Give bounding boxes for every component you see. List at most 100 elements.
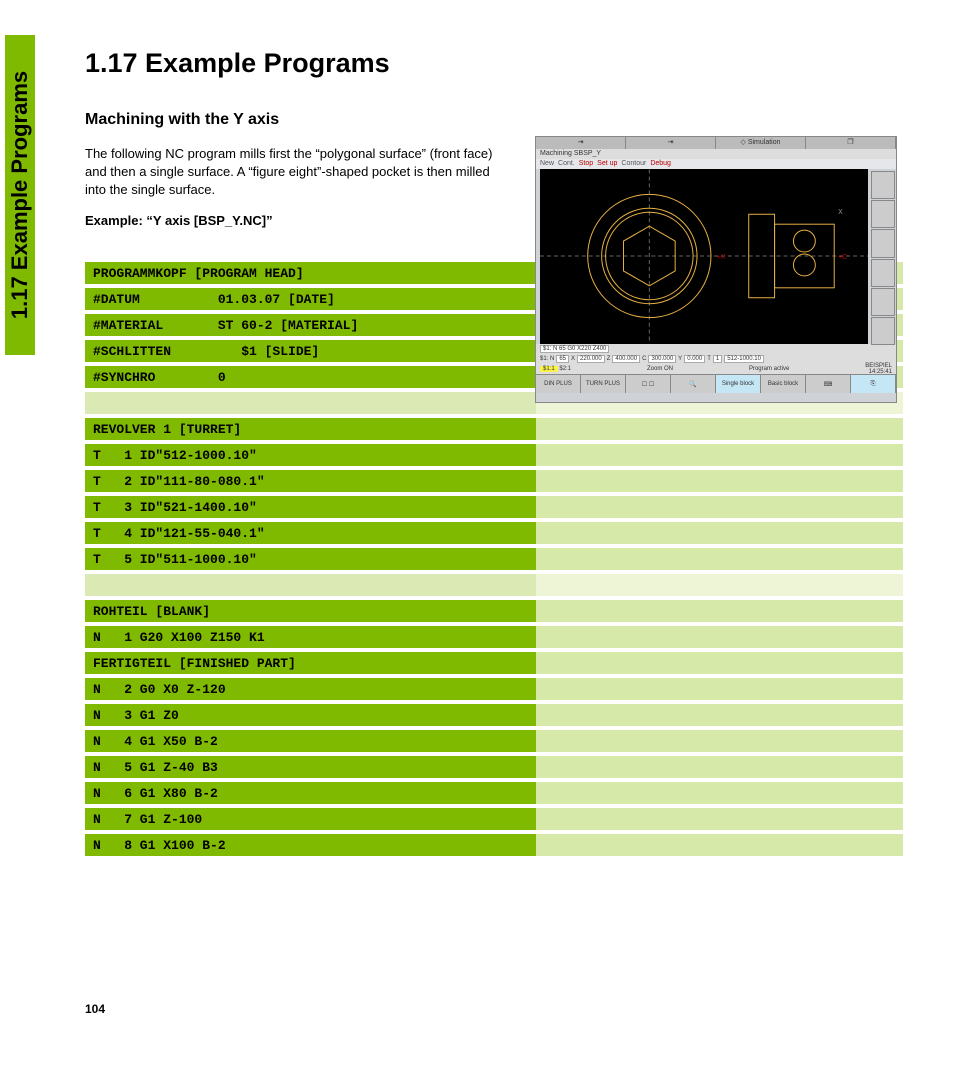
- softkey-r2[interactable]: [871, 200, 895, 228]
- softkey-r3[interactable]: [871, 229, 895, 257]
- code-row: T 3 ID"521-1400.10": [85, 496, 903, 518]
- sk-icons[interactable]: ☐ ☐: [626, 375, 671, 393]
- softkey-r5[interactable]: [871, 288, 895, 316]
- side-tab: 1.17 Example Programs: [5, 35, 35, 355]
- svg-text:+X: +X: [717, 254, 726, 261]
- btn-contour[interactable]: Contour: [621, 159, 646, 169]
- softkey-r6[interactable]: [871, 317, 895, 345]
- tab-4[interactable]: ❐: [806, 137, 896, 149]
- screenshot-tabbar: ⇥ ⇥ ◇ Simulation ❐: [536, 137, 896, 149]
- btn-new[interactable]: New: [540, 159, 554, 169]
- code-cell-right: [536, 496, 903, 518]
- sk-zoom[interactable]: 🔍: [671, 375, 716, 393]
- code-row: N 7 G1 Z-100: [85, 808, 903, 830]
- btn-debug[interactable]: Debug: [650, 159, 671, 169]
- code-row: N 5 G1 Z-40 B3: [85, 756, 903, 778]
- code-cell-left: #SCHLITTEN $1 [SLIDE]: [85, 340, 536, 362]
- code-cell-left: T 4 ID"121-55-040.1": [85, 522, 536, 544]
- simulation-screenshot: ⇥ ⇥ ◇ Simulation ❐ Machining SBSP_Y New …: [535, 136, 897, 403]
- screenshot-toolbar: New Cont. Stop Set up Contour Debug: [536, 159, 896, 169]
- btn-cont[interactable]: Cont.: [558, 159, 575, 169]
- code-cell-right: [536, 470, 903, 492]
- code-cell-right: [536, 600, 903, 622]
- code-row: N 4 G1 X50 B-2: [85, 730, 903, 752]
- code-row: N 6 G1 X80 B-2: [85, 782, 903, 804]
- btn-stop[interactable]: Stop: [579, 159, 593, 169]
- code-row: [85, 574, 903, 596]
- code-cell-right: [536, 574, 903, 596]
- code-row: ROHTEIL [BLANK]: [85, 600, 903, 622]
- code-cell-left: FERTIGTEIL [FINISHED PART]: [85, 652, 536, 674]
- code-cell-left: T 2 ID"111-80-080.1": [85, 470, 536, 492]
- code-cell-right: [536, 678, 903, 700]
- code-cell-left: N 7 G1 Z-100: [85, 808, 536, 830]
- code-cell-right: [536, 652, 903, 674]
- code-cell-left: #SYNCHRO 0: [85, 366, 536, 388]
- sk-keyboard[interactable]: ⌨: [806, 375, 851, 393]
- code-cell-left: #DATUM 01.03.07 [DATE]: [85, 288, 536, 310]
- simulation-drawing: +C X +X: [540, 169, 868, 344]
- softkey-r4[interactable]: [871, 259, 895, 287]
- code-row: T 5 ID"511-1000.10": [85, 548, 903, 570]
- code-cell-left: T 3 ID"521-1400.10": [85, 496, 536, 518]
- tab-1[interactable]: ⇥: [536, 137, 626, 149]
- code-cell-left: N 6 G1 X80 B-2: [85, 782, 536, 804]
- code-cell-left: N 3 G1 Z0: [85, 704, 536, 726]
- softkey-r1[interactable]: [871, 171, 895, 199]
- status-line: $1: N 65 G0 X220 Z400: [540, 345, 609, 353]
- sk-exit[interactable]: ⎘: [851, 375, 896, 393]
- val-n: 65: [556, 355, 569, 363]
- btn-setup[interactable]: Set up: [597, 159, 617, 169]
- code-cell-left: #MATERIAL ST 60-2 [MATERIAL]: [85, 314, 536, 336]
- sk-single-block[interactable]: Single block: [716, 375, 761, 393]
- code-cell-right: [536, 704, 903, 726]
- code-row: T 2 ID"111-80-080.1": [85, 470, 903, 492]
- status-row-1: $1: N 65 G0 X220 Z400: [536, 344, 896, 354]
- slide-2[interactable]: $2:1: [559, 366, 571, 372]
- code-row: N 1 G20 X100 Z150 K1: [85, 626, 903, 648]
- tab-2[interactable]: ⇥: [626, 137, 716, 149]
- intro-paragraph: The following NC program mills first the…: [85, 145, 505, 199]
- code-cell-right: [536, 782, 903, 804]
- code-cell-left: N 4 G1 X50 B-2: [85, 730, 536, 752]
- sk-din[interactable]: DIN PLUS: [536, 375, 581, 393]
- code-cell-right: [536, 834, 903, 856]
- code-cell-left: T 5 ID"511-1000.10": [85, 548, 536, 570]
- code-row: T 4 ID"121-55-040.1": [85, 522, 903, 544]
- slide-1[interactable]: $1:1: [540, 366, 558, 372]
- simulation-viewport: +C X +X: [540, 169, 868, 344]
- code-cell-right: [536, 548, 903, 570]
- status-row-3: $1:1 $2:1 Zoom ON Program active BEISPIE…: [536, 364, 896, 374]
- val-tool: 512-1000.10: [724, 355, 764, 363]
- tab-simulation[interactable]: ◇ Simulation: [716, 137, 806, 149]
- code-cell-right: [536, 444, 903, 466]
- val-z: 400.000: [612, 355, 640, 363]
- machining-label: Machining SBSP_Y: [536, 149, 896, 159]
- code-row: N 8 G1 X100 B-2: [85, 834, 903, 856]
- sk-turn[interactable]: TURN PLUS: [581, 375, 626, 393]
- code-cell-right: [536, 756, 903, 778]
- code-cell-left: REVOLVER 1 [TURRET]: [85, 418, 536, 440]
- code-cell-left: N 2 G0 X0 Z-120: [85, 678, 536, 700]
- code-row: T 1 ID"512-1000.10": [85, 444, 903, 466]
- svg-text:+C: +C: [838, 254, 847, 261]
- page-heading: 1.17 Example Programs: [85, 48, 904, 79]
- program-status: Program active: [749, 366, 789, 372]
- section-subheading: Machining with the Y axis: [85, 111, 904, 129]
- code-cell-left: ROHTEIL [BLANK]: [85, 600, 536, 622]
- code-cell-left: [85, 574, 536, 596]
- code-cell-right: [536, 522, 903, 544]
- svg-text:X: X: [838, 209, 843, 216]
- code-cell-left: PROGRAMMKOPF [PROGRAM HEAD]: [85, 262, 536, 284]
- page-number: 104: [85, 1002, 105, 1016]
- code-row: FERTIGTEIL [FINISHED PART]: [85, 652, 903, 674]
- val-y: 0.000: [684, 355, 705, 363]
- code-cell-left: T 1 ID"512-1000.10": [85, 444, 536, 466]
- code-cell-left: N 8 G1 X100 B-2: [85, 834, 536, 856]
- val-x: 220.000: [577, 355, 605, 363]
- sk-basic-block[interactable]: Basic block: [761, 375, 806, 393]
- code-row: REVOLVER 1 [TURRET]: [85, 418, 903, 440]
- status-row-2: $1: N 65 X 220.000 Z 400.000 C 300.000 Y…: [536, 354, 896, 364]
- main-content: 1.17 Example Programs Machining with the…: [85, 0, 904, 860]
- val-c: 300.000: [648, 355, 676, 363]
